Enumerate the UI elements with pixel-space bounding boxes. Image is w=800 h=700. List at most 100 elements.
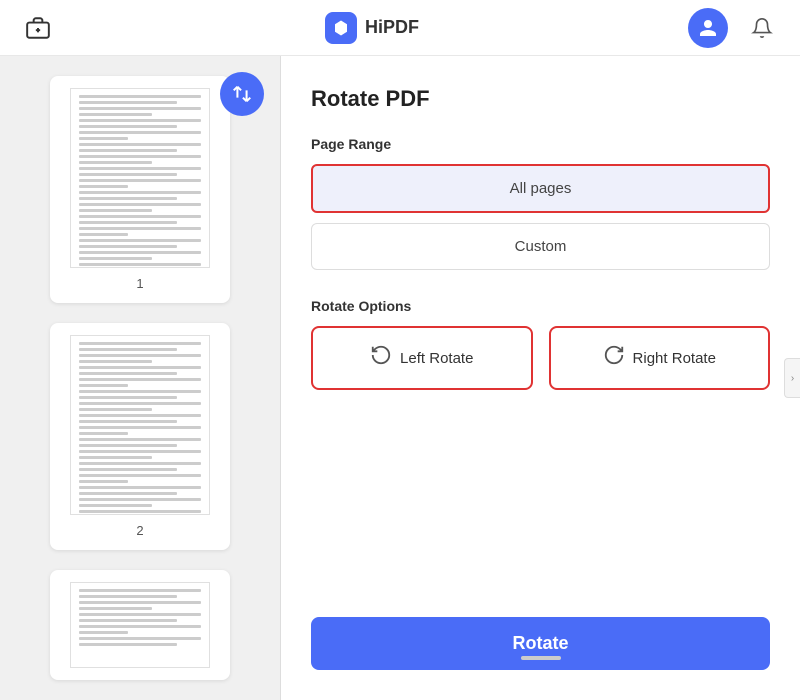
page-range-label: Page Range xyxy=(311,136,770,152)
thumb-line xyxy=(79,366,201,369)
thumb-line xyxy=(79,185,128,188)
left-rotate-icon xyxy=(370,344,392,372)
left-panel: 1 xyxy=(0,56,280,700)
thumb-line xyxy=(79,643,177,646)
thumb-line xyxy=(79,613,201,616)
thumb-line xyxy=(79,444,177,447)
thumb-line xyxy=(79,155,201,158)
thumb-line xyxy=(79,179,201,182)
thumb-line xyxy=(79,432,128,435)
thumb-line xyxy=(79,637,201,640)
thumb-line xyxy=(79,414,201,417)
collapse-arrow[interactable]: › xyxy=(784,358,800,398)
thumb-line xyxy=(79,498,201,501)
thumb-line xyxy=(79,191,201,194)
thumb-line xyxy=(79,101,177,104)
rotate-options-label: Rotate Options xyxy=(311,298,770,314)
thumbnail-card-3[interactable] xyxy=(50,570,230,680)
thumb-line xyxy=(79,510,201,513)
thumbnail-card-2[interactable]: 2 xyxy=(50,323,230,550)
thumb-line xyxy=(79,209,152,212)
thumb-line xyxy=(79,384,128,387)
thumb-line xyxy=(79,504,152,507)
thumb-line xyxy=(79,257,152,260)
thumb-line xyxy=(79,161,152,164)
left-rotate-button[interactable]: Left Rotate xyxy=(311,326,533,390)
thumb-line xyxy=(79,251,201,254)
page-range-section: Page Range All pages Custom xyxy=(311,136,770,270)
right-panel: › Rotate PDF Page Range All pages Custom… xyxy=(281,56,800,700)
thumb-line xyxy=(79,601,201,604)
thumbnail-img-3 xyxy=(70,582,210,668)
thumb-line xyxy=(79,420,177,423)
page-title: Rotate PDF xyxy=(311,86,770,112)
thumb-line xyxy=(79,239,201,242)
thumb-line xyxy=(79,486,201,489)
thumb-line xyxy=(79,480,128,483)
thumb-line xyxy=(79,203,201,206)
thumbnail-img-2 xyxy=(70,335,210,515)
header-right xyxy=(688,8,780,48)
thumb-line xyxy=(79,474,201,477)
thumbnail-card-1[interactable]: 1 xyxy=(50,76,230,303)
thumb-line xyxy=(79,607,152,610)
header-left xyxy=(20,10,56,46)
thumb-line xyxy=(79,348,177,351)
thumb-line xyxy=(79,149,177,152)
thumb-line xyxy=(79,233,128,236)
right-rotate-label: Right Rotate xyxy=(633,350,716,367)
thumb-line xyxy=(79,372,177,375)
thumb-line xyxy=(79,631,128,634)
header-center: HiPDF xyxy=(325,12,419,44)
thumb-line xyxy=(79,245,177,248)
main-content: 1 xyxy=(0,56,800,700)
custom-button[interactable]: Custom xyxy=(311,223,770,270)
rotate-options-section: Rotate Options Left Rotate xyxy=(311,298,770,390)
thumb-line xyxy=(79,595,177,598)
rotate-cta-button[interactable]: Rotate xyxy=(311,617,770,670)
thumb-line xyxy=(79,173,177,176)
left-rotate-label: Left Rotate xyxy=(400,350,473,367)
thumbnail-img-1 xyxy=(70,88,210,268)
thumb-line xyxy=(79,402,201,405)
thumb-line xyxy=(79,468,177,471)
thumb-line xyxy=(79,390,201,393)
all-pages-button[interactable]: All pages xyxy=(311,164,770,213)
thumb-line xyxy=(79,263,201,266)
hipdf-logo xyxy=(325,12,357,44)
page-range-group: All pages Custom xyxy=(311,164,770,270)
thumb-line xyxy=(79,450,201,453)
rotate-buttons-row: Left Rotate Right Rotate xyxy=(311,326,770,390)
thumb-line xyxy=(79,221,177,224)
thumb-line xyxy=(79,119,201,122)
thumb-line xyxy=(79,396,177,399)
thumb-line xyxy=(79,342,201,345)
thumb-line xyxy=(79,215,201,218)
thumb-line xyxy=(79,113,152,116)
bell-button[interactable] xyxy=(744,10,780,46)
page-label-1: 1 xyxy=(136,276,143,291)
thumb-line xyxy=(79,95,201,98)
thumb-line xyxy=(79,619,177,622)
thumb-line xyxy=(79,107,201,110)
thumb-line xyxy=(79,378,201,381)
right-rotate-button[interactable]: Right Rotate xyxy=(549,326,771,390)
swap-button[interactable] xyxy=(220,72,264,116)
right-rotate-icon xyxy=(603,344,625,372)
thumb-line xyxy=(79,408,152,411)
thumb-line xyxy=(79,227,201,230)
header: HiPDF xyxy=(0,0,800,56)
thumb-line xyxy=(79,589,201,592)
thumb-line xyxy=(79,167,201,170)
thumb-line xyxy=(79,137,128,140)
thumb-line xyxy=(79,462,201,465)
toolbox-icon[interactable] xyxy=(20,10,56,46)
page-label-2: 2 xyxy=(136,523,143,538)
thumb-line xyxy=(79,197,177,200)
thumb-line xyxy=(79,360,152,363)
thumb-line xyxy=(79,354,201,357)
thumb-line xyxy=(79,125,177,128)
thumb-line xyxy=(79,131,201,134)
thumb-line xyxy=(79,492,177,495)
avatar-button[interactable] xyxy=(688,8,728,48)
